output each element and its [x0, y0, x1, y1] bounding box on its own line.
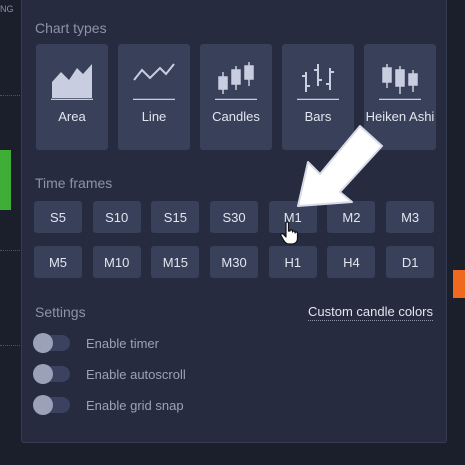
setting-label: Enable autoscroll [86, 366, 186, 382]
timeframe-m3-button[interactable]: M3 [386, 201, 435, 233]
enable-grid-snap-row[interactable]: Enable grid snap [33, 395, 184, 415]
bars-chart-icon [297, 64, 339, 100]
timeframe-m10-button[interactable]: M10 [92, 246, 141, 278]
enable-autoscroll-toggle[interactable] [33, 364, 70, 384]
toggle-knob [33, 364, 53, 384]
time-frames-title: Time frames [35, 175, 113, 191]
timeframe-s10-button[interactable]: S10 [92, 201, 141, 233]
toggle-knob [33, 333, 53, 353]
timeframe-s15-button[interactable]: S15 [151, 201, 200, 233]
enable-grid-snap-toggle[interactable] [33, 395, 70, 415]
chart-type-line-button[interactable]: Line [118, 44, 190, 150]
heiken-ashi-chart-icon [379, 64, 421, 100]
area-chart-icon [51, 64, 93, 100]
chart-settings-panel: Chart types Area Line Candles Bars Heike… [21, 0, 447, 443]
price-candle-green [0, 150, 11, 210]
timeframe-s5-button[interactable]: S5 [34, 201, 82, 233]
hand-cursor-icon [280, 221, 299, 245]
timeframe-m15-button[interactable]: M15 [151, 246, 200, 278]
enable-timer-row[interactable]: Enable timer [33, 333, 159, 353]
timeframe-h4-button[interactable]: H4 [327, 246, 376, 278]
timeframe-m5-button[interactable]: M5 [34, 246, 82, 278]
chart-type-area-button[interactable]: Area [36, 44, 108, 150]
chart-edge-text: NG [0, 4, 14, 14]
toggle-knob [33, 395, 53, 415]
line-chart-icon [133, 63, 175, 100]
chart-type-candles-button[interactable]: Candles [200, 44, 272, 150]
setting-label: Enable timer [86, 335, 159, 351]
chart-type-label: Area [58, 109, 86, 124]
candles-chart-icon [215, 62, 257, 100]
chart-type-label: Line [141, 109, 167, 124]
chart-types-title: Chart types [35, 20, 107, 36]
timeframe-m30-button[interactable]: M30 [210, 246, 259, 278]
enable-autoscroll-row[interactable]: Enable autoscroll [33, 364, 186, 384]
custom-candle-colors-link[interactable]: Custom candle colors [308, 304, 433, 321]
annotation-arrow-icon [297, 125, 383, 207]
enable-timer-toggle[interactable] [33, 333, 70, 353]
timeframe-h1-button[interactable]: H1 [268, 246, 317, 278]
setting-label: Enable grid snap [86, 397, 184, 413]
timeframe-s30-button[interactable]: S30 [210, 201, 259, 233]
chart-type-label: Candles [212, 109, 260, 124]
settings-title: Settings [35, 304, 86, 320]
price-marker-orange [453, 270, 465, 298]
timeframe-d1-button[interactable]: D1 [386, 246, 435, 278]
